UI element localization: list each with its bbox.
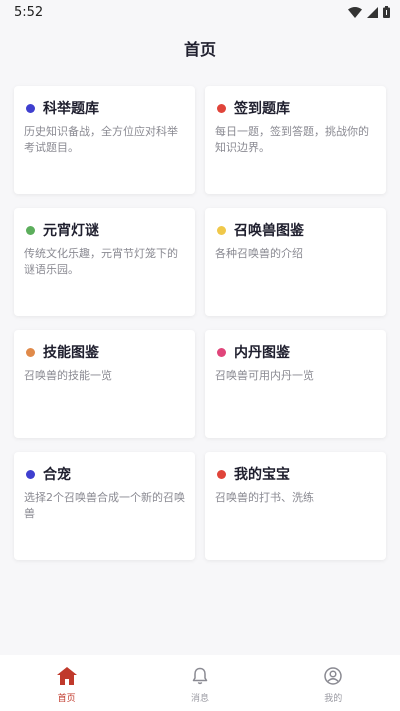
signal-icon: [367, 6, 378, 18]
card-zhaohuanshou-tujian[interactable]: 召唤兽图鉴 各种召唤兽的介绍: [205, 208, 386, 316]
card-description: 选择2个召唤兽合成一个新的召唤兽: [24, 491, 185, 520]
bullet-dot-icon: [217, 103, 226, 113]
card-title: 签到题库: [234, 101, 290, 117]
bullet-dot-icon: [26, 225, 35, 235]
card-header: 合宠: [24, 464, 185, 484]
card-title: 元宵灯谜: [43, 223, 99, 239]
user-circle-icon: [324, 667, 343, 689]
card-hechong[interactable]: 合宠 选择2个召唤兽合成一个新的召唤兽: [14, 452, 195, 560]
bullet-dot-icon: [217, 225, 226, 235]
card-keju-tiku[interactable]: 科举题库 历史知识备战，全方位应对科举考试题目。: [14, 86, 195, 194]
card-title: 内丹图鉴: [234, 345, 290, 361]
tab-messages[interactable]: 消息: [160, 667, 240, 704]
card-description: 召唤兽的打书、洗练: [215, 491, 314, 504]
tab-label: 我的: [324, 694, 343, 704]
app-screen: 5:52 首页 科举题库 历史知识备战，全方位应对科举考试题目。 签到题库 每日…: [0, 0, 400, 711]
card-neidan-tujian[interactable]: 内丹图鉴 召唤兽可用内丹一览: [205, 330, 386, 438]
bullet-dot-icon: [26, 347, 35, 357]
card-title: 技能图鉴: [43, 345, 99, 361]
card-title: 科举题库: [43, 101, 99, 117]
card-description: 传统文化乐趣，元宵节灯笼下的谜语乐园。: [24, 247, 178, 276]
tab-profile[interactable]: 我的: [293, 667, 373, 704]
status-bar: 5:52: [0, 0, 400, 24]
card-qiandao-tiku[interactable]: 签到题库 每日一题，签到答题，挑战你的知识边界。: [205, 86, 386, 194]
card-header: 我的宝宝: [215, 464, 376, 484]
tab-label: 首页: [57, 694, 76, 704]
bottom-tab-bar: 首页 消息 我的: [0, 655, 400, 711]
card-title: 合宠: [43, 467, 71, 483]
card-title: 召唤兽图鉴: [234, 223, 304, 239]
card-jineng-tujian[interactable]: 技能图鉴 召唤兽的技能一览: [14, 330, 195, 438]
card-description: 每日一题，签到答题，挑战你的知识边界。: [215, 125, 369, 154]
status-icons: [348, 6, 390, 18]
card-header: 签到题库: [215, 98, 376, 118]
tab-home[interactable]: 首页: [27, 667, 107, 704]
card-header: 技能图鉴: [24, 342, 185, 362]
battery-icon: [383, 6, 390, 18]
card-description: 各种召唤兽的介绍: [215, 247, 303, 260]
bullet-dot-icon: [26, 469, 35, 479]
status-time: 5:52: [14, 4, 44, 20]
card-header: 召唤兽图鉴: [215, 220, 376, 240]
card-wode-baobao[interactable]: 我的宝宝 召唤兽的打书、洗练: [205, 452, 386, 560]
bullet-dot-icon: [217, 347, 226, 357]
card-title: 我的宝宝: [234, 467, 290, 483]
card-yuanxiao-dengmi[interactable]: 元宵灯谜 传统文化乐趣，元宵节灯笼下的谜语乐园。: [14, 208, 195, 316]
wifi-icon: [348, 6, 362, 18]
tab-label: 消息: [190, 694, 209, 704]
card-header: 科举题库: [24, 98, 185, 118]
card-description: 召唤兽的技能一览: [24, 369, 112, 382]
bell-icon: [191, 667, 209, 689]
page-title: 首页: [183, 40, 216, 59]
feature-grid: 科举题库 历史知识备战，全方位应对科举考试题目。 签到题库 每日一题，签到答题，…: [14, 86, 386, 560]
bullet-dot-icon: [217, 469, 226, 479]
home-icon: [56, 667, 77, 689]
bullet-dot-icon: [26, 103, 35, 113]
card-description: 召唤兽可用内丹一览: [215, 369, 314, 382]
card-header: 内丹图鉴: [215, 342, 376, 362]
card-header: 元宵灯谜: [24, 220, 185, 240]
card-description: 历史知识备战，全方位应对科举考试题目。: [24, 125, 178, 154]
